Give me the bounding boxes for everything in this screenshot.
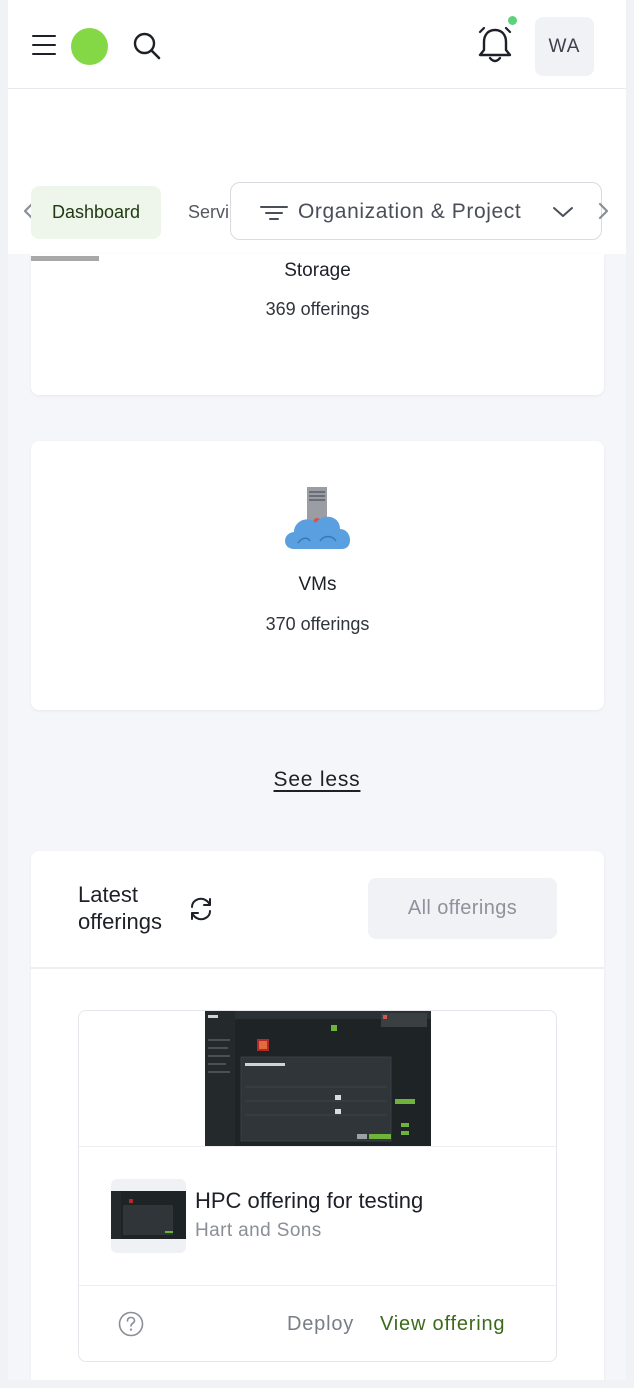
top-bar: WA — [8, 0, 626, 89]
all-offerings-button[interactable]: All offerings — [368, 878, 557, 939]
offering-name[interactable]: HPC offering for testing — [195, 1188, 423, 1214]
offering-thumbnail — [111, 1179, 186, 1253]
category-title: Storage — [284, 260, 351, 281]
category-title: VMs — [298, 574, 337, 595]
organization-project-label: Organization & Project — [298, 200, 522, 223]
header-spacer — [8, 89, 626, 171]
offering-card[interactable]: HPC offering for testing Hart and Sons D… — [78, 1010, 557, 1362]
filter-icon — [260, 206, 288, 220]
latest-offerings-title: Latest offerings — [78, 881, 162, 935]
thumbnail-image — [111, 1191, 186, 1239]
see-less-link[interactable]: See less — [8, 768, 626, 792]
divider — [79, 1146, 556, 1147]
category-count: 369 offerings — [265, 299, 370, 319]
tab-services[interactable]: Servi — [188, 186, 229, 239]
user-avatar[interactable]: WA — [535, 17, 594, 76]
notification-dot — [508, 16, 517, 25]
tab-dashboard[interactable]: Dashboard — [31, 186, 161, 239]
app-root: WA Dashboard Servi Organization & Projec… — [8, 0, 626, 1380]
category-count: 370 offerings — [265, 614, 370, 634]
organization-project-selector[interactable]: Organization & Project — [230, 182, 602, 240]
menu-icon[interactable] — [32, 35, 56, 57]
divider — [31, 967, 604, 969]
chevron-down-icon — [553, 207, 573, 217]
help-icon[interactable] — [118, 1311, 144, 1337]
latest-offerings-panel: Latest offerings All offerings HPC offer… — [31, 851, 604, 1380]
offering-screenshot-image — [205, 1011, 431, 1146]
cloud-server-icon — [285, 487, 351, 549]
latest-title-line2: offerings — [78, 909, 162, 934]
category-card-vms[interactable]: VMs 370 offerings — [31, 441, 604, 710]
search-icon[interactable] — [132, 31, 162, 61]
notification-bell-icon[interactable] — [477, 26, 513, 64]
latest-title-line1: Latest — [78, 882, 138, 907]
refresh-icon[interactable] — [188, 895, 214, 923]
view-offering-button[interactable]: View offering — [380, 1313, 505, 1336]
chevron-right-icon[interactable] — [596, 202, 610, 220]
deploy-button[interactable]: Deploy — [287, 1313, 354, 1336]
offering-vendor: Hart and Sons — [195, 1220, 322, 1241]
scroll-indicator — [31, 256, 99, 261]
divider — [79, 1285, 556, 1286]
app-logo[interactable] — [71, 28, 108, 65]
category-card-storage[interactable]: Storage 369 offerings — [31, 254, 604, 395]
